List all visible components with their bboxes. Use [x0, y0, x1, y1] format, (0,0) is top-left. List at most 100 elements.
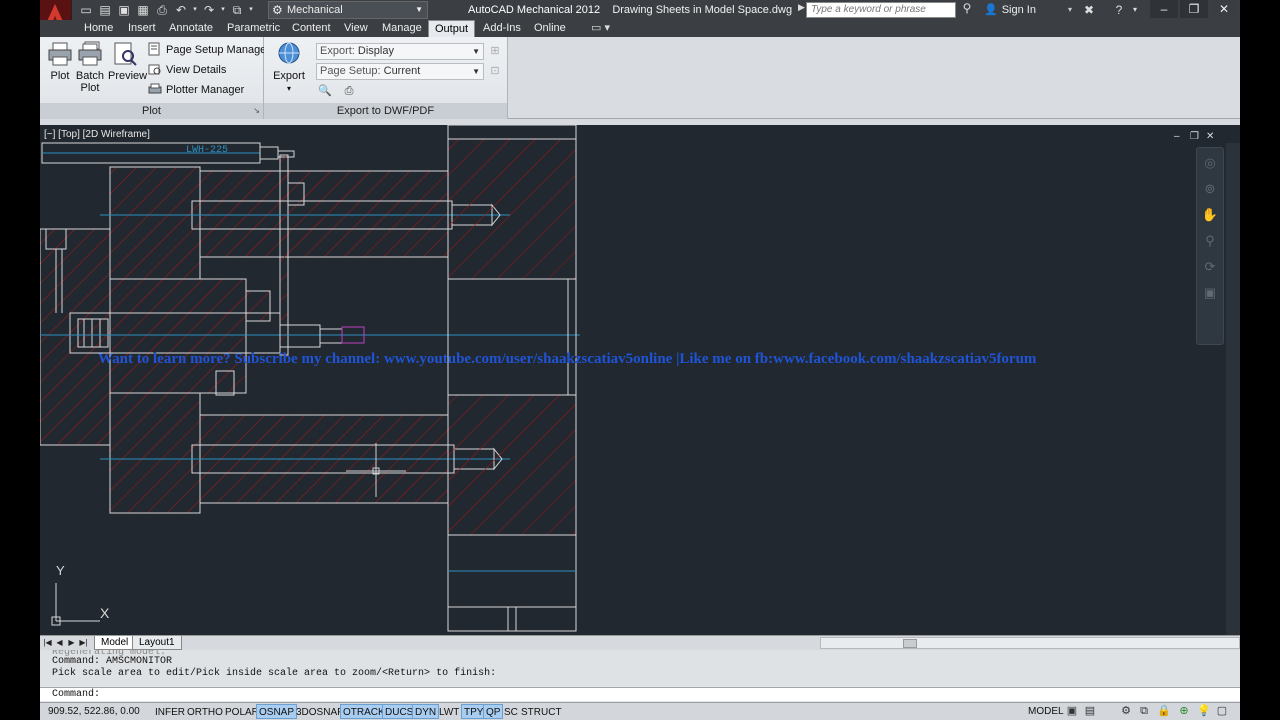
tab-add-ins[interactable]: Add-Ins: [477, 20, 527, 37]
hardware-acceleration-icon[interactable]: ⊕: [1176, 704, 1192, 719]
ribbon-tabs: Home Insert Annotate Parametric Content …: [40, 20, 1240, 37]
isolate-objects-icon[interactable]: 💡: [1196, 704, 1212, 719]
command-input[interactable]: Command:: [40, 687, 1240, 701]
sign-in-dropdown-icon[interactable]: ▾: [1068, 0, 1072, 20]
export-settings-icon[interactable]: ⎙: [340, 82, 358, 100]
view-details-label: View Details: [166, 64, 227, 76]
sign-in-button[interactable]: 👤 Sign In: [984, 0, 1036, 20]
plot-button[interactable]: Plot: [43, 41, 77, 82]
last-layout-icon[interactable]: ▶|: [78, 637, 89, 649]
export-combo-value: Display: [357, 45, 394, 57]
pan-icon[interactable]: ✋: [1201, 206, 1219, 224]
steering-wheel-icon[interactable]: ◎: [1201, 154, 1219, 172]
toggle-osnap[interactable]: OSNAP: [256, 704, 298, 719]
tab-output[interactable]: Output: [428, 20, 476, 37]
viewport-controls-label[interactable]: [−] [Top] [2D Wireframe]: [44, 129, 150, 140]
restore-icon[interactable]: ❐: [1180, 0, 1208, 18]
toggle-lwt[interactable]: LWT: [436, 704, 462, 719]
minimize-icon[interactable]: –: [1150, 0, 1178, 18]
search-input[interactable]: Type a keyword or phrase: [806, 2, 956, 18]
viewport-minimize-icon[interactable]: –: [1174, 131, 1180, 142]
command-history: Regenerating model. Command: AMSCMONITOR…: [40, 650, 1240, 686]
export-label: Export: [273, 70, 305, 82]
export-button[interactable]: Export ▾: [272, 41, 306, 95]
preview-export-icon[interactable]: 🔍: [316, 82, 334, 100]
ucs-icon: Y X: [50, 563, 120, 630]
toggle-struct[interactable]: STRUCT: [518, 704, 565, 719]
exchange-icon[interactable]: ✖: [1080, 1, 1098, 19]
scroll-thumb[interactable]: [903, 639, 917, 648]
plot-icon[interactable]: ⎙: [154, 2, 170, 18]
toggle-3dosnap[interactable]: 3DOSNAP: [293, 704, 347, 719]
export-panel: Export ▾ Export: Display ▼ ⊞ Page Setup:…: [264, 37, 508, 119]
help-dropdown-icon[interactable]: ▾: [1126, 1, 1144, 19]
page-setup-manager-button[interactable]: Page Setup Manager: [148, 41, 270, 59]
lock-icon[interactable]: 🔒: [1156, 704, 1172, 719]
zoom-icon[interactable]: ⚲: [1201, 232, 1219, 250]
horizontal-scrollbar[interactable]: [820, 637, 1240, 649]
tab-manage[interactable]: Manage: [376, 20, 428, 37]
tab-view[interactable]: View: [338, 20, 374, 37]
workspace-value: Mechanical: [287, 4, 343, 16]
showmotion-icon[interactable]: ▣: [1201, 284, 1219, 302]
export-options-icon[interactable]: ⊞: [486, 42, 504, 60]
toggle-ortho[interactable]: ORTHO: [184, 704, 226, 719]
redo-dropdown-icon[interactable]: ▾: [220, 2, 226, 18]
panel-launcher-icon[interactable]: ↘: [253, 103, 260, 119]
orbit-icon[interactable]: ⟳: [1201, 258, 1219, 276]
search-expand-icon[interactable]: ▶: [798, 2, 805, 13]
open-icon[interactable]: ▤: [97, 2, 113, 18]
page-setup-combo[interactable]: Page Setup: Current ▼: [316, 63, 484, 80]
model-space-button[interactable]: MODEL: [1028, 704, 1064, 719]
plot-panel: Plot Batch Plot Preview Page Setup Manag…: [40, 37, 270, 119]
tab-parametric[interactable]: Parametric: [221, 20, 286, 37]
tab-model[interactable]: Model: [94, 636, 136, 650]
workspace-icon[interactable]: ⧉: [229, 2, 245, 18]
model-space-viewport[interactable]: LWH-225 [−] [Top] [2D Wireframe] – ❐ ✕ ◎…: [40, 125, 1240, 635]
viewport-restore-icon[interactable]: ❐: [1190, 131, 1199, 142]
toggle-otrack[interactable]: OTRACK: [340, 704, 388, 719]
quick-view-drawings-icon[interactable]: ▤: [1082, 704, 1098, 719]
plotter-manager-button[interactable]: Plotter Manager: [148, 81, 244, 99]
batch-plot-button[interactable]: Batch Plot: [73, 41, 107, 94]
user-icon: 👤: [984, 4, 998, 16]
new-icon[interactable]: ▭: [78, 2, 94, 18]
save-as-icon[interactable]: ▦: [135, 2, 151, 18]
viewport-close-icon[interactable]: ✕: [1206, 131, 1214, 142]
workspace-dropdown-icon[interactable]: ▾: [248, 2, 254, 18]
page-setup-override-icon[interactable]: ⊡: [486, 62, 504, 80]
undo-icon[interactable]: ↶: [173, 2, 189, 18]
tab-content[interactable]: Content: [286, 20, 337, 37]
tab-online[interactable]: Online: [528, 20, 572, 37]
first-layout-icon[interactable]: |◀: [42, 637, 53, 649]
coordinates-readout[interactable]: 909.52, 522.86, 0.00: [48, 703, 140, 720]
globe-export-icon: [278, 42, 300, 64]
quick-view-layouts-icon[interactable]: ▣: [1064, 704, 1080, 719]
clean-screen-icon[interactable]: ▢: [1214, 704, 1230, 719]
search-icon[interactable]: ⚲: [958, 1, 976, 19]
tab-layout1[interactable]: Layout1: [132, 636, 182, 650]
redo-icon[interactable]: ↷: [201, 2, 217, 18]
workspace-select[interactable]: ⚙ Mechanical ▼: [268, 1, 428, 19]
chevron-down-icon: ▼: [472, 47, 480, 56]
tab-insert[interactable]: Insert: [122, 20, 162, 37]
ribbon-minimize-icon[interactable]: ▭ ▾: [585, 20, 616, 37]
full-navigation-icon[interactable]: ⊚: [1201, 180, 1219, 198]
export-combo[interactable]: Export: Display ▼: [316, 43, 484, 60]
previous-layout-icon[interactable]: ◀: [54, 637, 65, 649]
preview-button[interactable]: Preview: [108, 41, 147, 82]
save-icon[interactable]: ▣: [116, 2, 132, 18]
toggle-infer[interactable]: INFER: [152, 704, 188, 719]
next-layout-icon[interactable]: ▶: [66, 637, 77, 649]
workspace-switch-icon[interactable]: ⚙: [1118, 704, 1134, 719]
view-details-icon: [148, 64, 161, 75]
annotation-scale-icon[interactable]: ⧉: [1136, 704, 1152, 719]
undo-dropdown-icon[interactable]: ▾: [192, 2, 198, 18]
view-details-button[interactable]: View Details: [148, 61, 226, 79]
vertical-scrollbar[interactable]: [1226, 143, 1240, 635]
page-setup-combo-label: Page Setup:: [320, 65, 381, 77]
close-icon[interactable]: ✕: [1210, 0, 1238, 18]
batch-printer-icon: [78, 41, 102, 66]
tab-annotate[interactable]: Annotate: [163, 20, 219, 37]
tab-home[interactable]: Home: [78, 20, 119, 37]
